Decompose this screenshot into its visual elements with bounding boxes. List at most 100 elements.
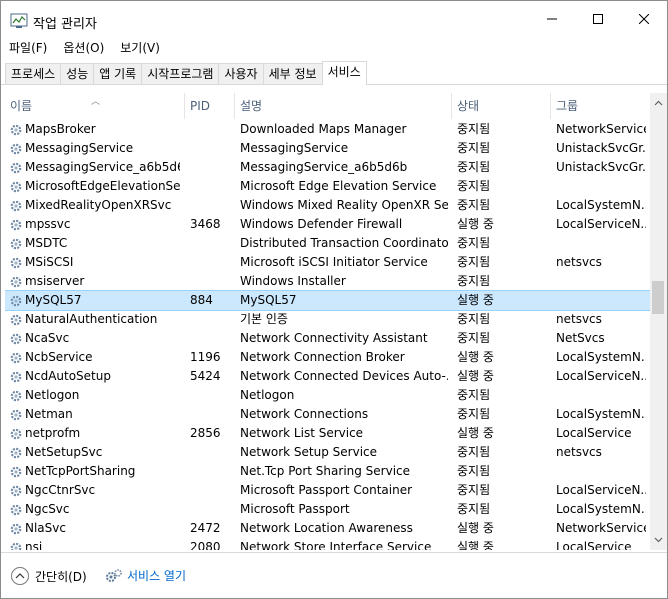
scroll-up-icon[interactable] bbox=[650, 95, 667, 112]
cell-status: 실행 중 bbox=[457, 217, 494, 231]
cell-status: 실행 중 bbox=[457, 521, 494, 535]
cell-status: 중지됨 bbox=[457, 388, 491, 402]
table-row[interactable]: MicrosoftEdgeElevationSer... Microsoft Ed… bbox=[5, 177, 650, 196]
gears-icon bbox=[106, 568, 122, 582]
cell-name: nsi bbox=[25, 540, 43, 550]
cell-pid bbox=[190, 329, 230, 348]
sort-ascending-icon: ︿ bbox=[91, 97, 101, 107]
cell-pid bbox=[190, 310, 230, 329]
table-row[interactable]: MapsBroker Downloaded Maps Manager 중지됨 Netw… bbox=[5, 120, 650, 139]
cell-pid bbox=[190, 405, 230, 424]
cell-pid: 2472 bbox=[190, 521, 221, 535]
cell-group bbox=[556, 291, 646, 310]
table-row[interactable]: MySQL57 884 MySQL57 실행 중 bbox=[5, 290, 650, 311]
tab-services[interactable]: 서비스 bbox=[321, 61, 367, 85]
cell-group bbox=[556, 272, 646, 291]
tab-performance[interactable]: 성능 bbox=[60, 63, 95, 85]
cell-name: MessagingService bbox=[25, 141, 134, 155]
cell-name: NlaSvc bbox=[25, 521, 66, 535]
cell-name: Netlogon bbox=[25, 388, 80, 402]
service-gear-icon bbox=[9, 465, 23, 479]
tab-details[interactable]: 세부 정보 bbox=[262, 63, 323, 85]
cell-group: UnistackSvcGr... bbox=[556, 160, 646, 174]
tab-startup[interactable]: 시작프로그램 bbox=[141, 63, 220, 85]
cell-status: 중지됨 bbox=[457, 236, 491, 250]
service-gear-icon bbox=[9, 180, 23, 194]
column-header-group[interactable]: 그룹 bbox=[551, 93, 650, 119]
service-gear-icon bbox=[9, 275, 23, 289]
cell-group: NetworkService bbox=[556, 521, 646, 535]
column-header-pid[interactable]: PID bbox=[185, 93, 235, 119]
cell-pid bbox=[190, 500, 230, 519]
cell-name: MixedRealityOpenXRSvc bbox=[25, 198, 172, 212]
table-row[interactable]: nsi 2080 Network Store Interface Service 실행… bbox=[5, 538, 650, 550]
service-gear-icon bbox=[9, 370, 23, 384]
table-row[interactable]: NcdAutoSetup 5424 Network Connected Device… bbox=[5, 367, 650, 386]
menu-options[interactable]: 옵션(O) bbox=[55, 37, 112, 59]
cell-description: Distributed Transaction Coordinator bbox=[240, 236, 448, 250]
column-header-status[interactable]: 상태 bbox=[452, 93, 551, 119]
cell-status: 중지됨 bbox=[457, 331, 491, 345]
cell-name: NaturalAuthentication bbox=[25, 312, 158, 326]
table-row[interactable]: NetSetupSvc Network Setup Service 중지됨 netsv… bbox=[5, 443, 650, 462]
table-row[interactable]: mpssvc 3468 Windows Defender Firewall 실행 중 L… bbox=[5, 215, 650, 234]
tab-app-history[interactable]: 앱 기록 bbox=[93, 63, 143, 85]
table-row[interactable]: NaturalAuthentication 기본 인증 중지됨 netsvcs bbox=[5, 310, 650, 329]
menu-view[interactable]: 보기(V) bbox=[112, 37, 168, 59]
table-row[interactable]: Netman Network Connections 중지됨 LocalSystemN… bbox=[5, 405, 650, 424]
table-row[interactable]: MessagingService MessagingService 중지됨 Unist… bbox=[5, 139, 650, 158]
cell-description: Network Connections bbox=[240, 407, 369, 421]
open-services-link[interactable]: 서비스 열기 bbox=[105, 567, 186, 584]
cell-status: 중지됨 bbox=[457, 179, 491, 193]
cell-name: mpssvc bbox=[25, 217, 71, 231]
cell-pid bbox=[190, 462, 230, 481]
table-row[interactable]: Netlogon Netlogon 중지됨 bbox=[5, 386, 650, 405]
column-header-description[interactable]: 설명 bbox=[235, 93, 452, 119]
close-button[interactable] bbox=[621, 1, 667, 37]
table-row[interactable]: NlaSvc 2472 Network Location Awareness 실행 중… bbox=[5, 519, 650, 538]
cell-description: Network Store Interface Service bbox=[240, 540, 432, 550]
cell-group bbox=[556, 462, 646, 481]
cell-status: 중지됨 bbox=[457, 141, 491, 155]
cell-description: Network List Service bbox=[240, 426, 364, 440]
cell-pid: 3468 bbox=[190, 217, 221, 231]
table-row[interactable]: NcbService 1196 Network Connection Broker 실… bbox=[5, 348, 650, 367]
table-row[interactable]: NgcSvc Microsoft Passport 중지됨 LocalSystemN.… bbox=[5, 500, 650, 519]
cell-pid bbox=[190, 234, 230, 253]
table-row[interactable]: NetTcpPortSharing Net.Tcp Port Sharing Se… bbox=[5, 462, 650, 481]
cell-group: netsvcs bbox=[556, 312, 602, 326]
cell-pid: 2080 bbox=[190, 540, 221, 550]
column-header-name[interactable]: 이름 ︿ bbox=[5, 93, 185, 119]
table-header: 이름 ︿ PID 설명 상태 그룹 bbox=[5, 93, 650, 119]
service-gear-icon bbox=[9, 484, 23, 498]
table-row[interactable]: MessagingService_a6b5d6b MessagingService… bbox=[5, 158, 650, 177]
title-bar[interactable]: 작업 관리자 bbox=[1, 1, 667, 37]
cell-status: 중지됨 bbox=[457, 445, 491, 459]
tab-processes[interactable]: 프로세스 bbox=[5, 63, 62, 85]
cell-name: Netman bbox=[25, 407, 73, 421]
cell-pid bbox=[190, 386, 230, 405]
table-row[interactable]: NgcCtnrSvc Microsoft Passport Container 중지… bbox=[5, 481, 650, 500]
menu-bar: 파일(F) 옵션(O) 보기(V) bbox=[1, 37, 667, 59]
table-row[interactable]: MSiSCSI Microsoft iSCSI Initiator Service… bbox=[5, 253, 650, 272]
table-row[interactable]: MixedRealityOpenXRSvc Windows Mixed Reali… bbox=[5, 196, 650, 215]
scrollbar-thumb[interactable] bbox=[652, 281, 664, 314]
table-row[interactable]: netprofm 2856 Network List Service 실행 중 Loca… bbox=[5, 424, 650, 443]
minimize-button[interactable] bbox=[529, 1, 575, 37]
task-manager-window: 작업 관리자 파일(F) 옵션(O) 보기(V) 프로세스 성능 앱 기록 시작… bbox=[0, 0, 668, 599]
service-gear-icon bbox=[9, 351, 23, 365]
fewer-details-button[interactable]: 간단히(D) bbox=[11, 567, 87, 585]
maximize-button[interactable] bbox=[575, 1, 621, 37]
fewer-details-label: 간단히(D) bbox=[35, 569, 87, 584]
table-row[interactable]: NcaSvc Network Connectivity Assistant 중지됨 N… bbox=[5, 329, 650, 348]
cell-status: 실행 중 bbox=[457, 540, 494, 550]
menu-file[interactable]: 파일(F) bbox=[1, 37, 55, 59]
service-gear-icon bbox=[9, 408, 23, 422]
table-row[interactable]: MSDTC Distributed Transaction Coordinator… bbox=[5, 234, 650, 253]
cell-name: NetSetupSvc bbox=[25, 445, 103, 459]
table-row[interactable]: msiserver Windows Installer 중지됨 bbox=[5, 272, 650, 291]
scroll-down-icon[interactable] bbox=[650, 531, 667, 548]
window-title: 작업 관리자 bbox=[33, 17, 97, 32]
vertical-scrollbar[interactable] bbox=[650, 93, 667, 550]
tab-users[interactable]: 사용자 bbox=[218, 63, 264, 85]
